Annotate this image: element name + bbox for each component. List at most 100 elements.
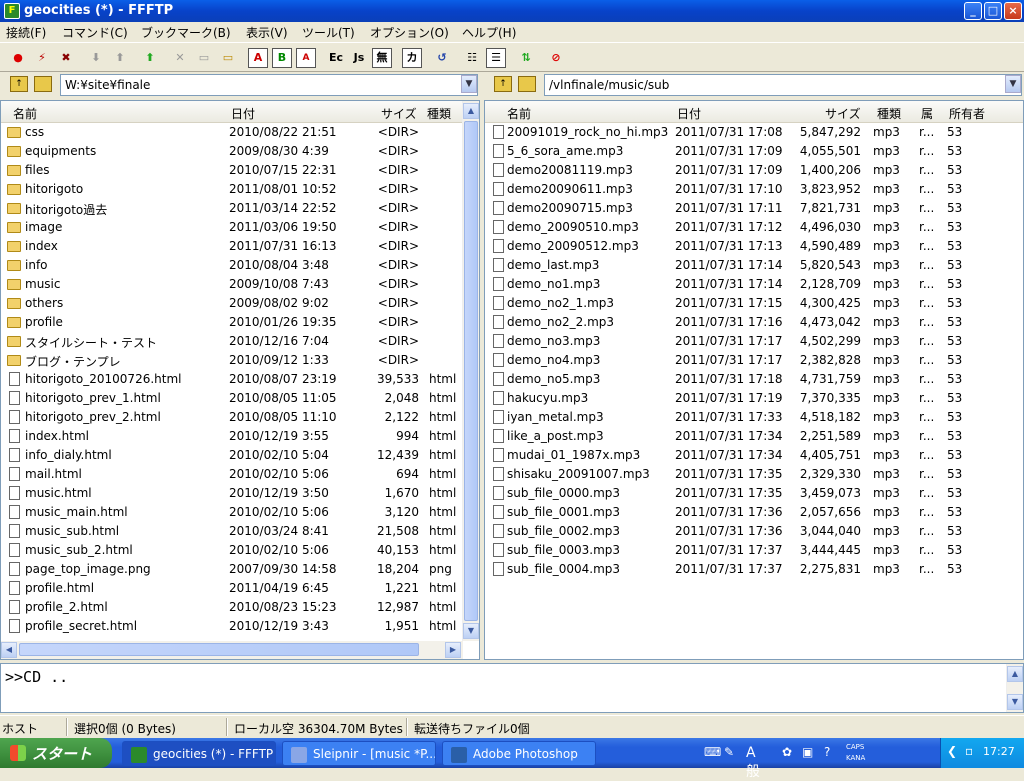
- remote-file-row[interactable]: demo_no5.mp3 2011/07/31 17:18 4,731,759 mp3…: [485, 370, 1023, 389]
- local-file-row[interactable]: music 2009/10/08 7:43 <DIR>: [1, 275, 463, 294]
- menu-help[interactable]: ヘルプ(H): [462, 24, 516, 41]
- remote-file-row[interactable]: demo_no4.mp3 2011/07/31 17:17 2,382,828 mp3…: [485, 351, 1023, 370]
- col-date[interactable]: 日付: [677, 105, 701, 122]
- local-file-row[interactable]: profile_secret.html 2010/12/19 3:43 1,951 h…: [1, 617, 463, 636]
- scroll-thumb[interactable]: [464, 121, 478, 621]
- local-file-row[interactable]: hitorigoto_prev_2.html 2010/08/05 11:10 2,…: [1, 408, 463, 427]
- local-file-row[interactable]: スタイルシート・テスト 2010/12/16 7:04 <DIR>: [1, 332, 463, 351]
- local-file-row[interactable]: image 2011/03/06 19:50 <DIR>: [1, 218, 463, 237]
- local-file-row[interactable]: music_main.html 2010/02/10 5:06 3,120 html: [1, 503, 463, 522]
- task-ffftp[interactable]: geocities (*) - FFFTP: [122, 741, 276, 766]
- folder-up-icon[interactable]: ↑: [494, 76, 512, 92]
- col-owner[interactable]: 所有者: [949, 105, 985, 122]
- local-file-row[interactable]: music.html 2010/12/19 3:50 1,670 html: [1, 484, 463, 503]
- refresh-icon[interactable]: ↺: [432, 48, 452, 68]
- menu-tool[interactable]: ツール(T): [302, 24, 355, 41]
- remote-file-row[interactable]: like_a_post.mp3 2011/07/31 17:34 2,251,589…: [485, 427, 1023, 446]
- local-file-row[interactable]: mail.html 2010/02/10 5:06 694 html: [1, 465, 463, 484]
- mirror-upload-icon[interactable]: ⬆: [140, 48, 160, 68]
- connect-icon[interactable]: ●: [8, 48, 28, 68]
- local-file-row[interactable]: hitorigoto_20100726.html 2010/08/07 23:19…: [1, 370, 463, 389]
- dictionary-icon[interactable]: ✿: [782, 745, 792, 759]
- menu-view[interactable]: 表示(V): [246, 24, 288, 41]
- remote-file-row[interactable]: demo_no2_2.mp3 2011/07/31 17:16 4,473,042 m…: [485, 313, 1023, 332]
- col-type[interactable]: 種類: [427, 105, 451, 122]
- scroll-left-icon[interactable]: ◀: [1, 642, 17, 658]
- col-attr[interactable]: 属: [921, 105, 933, 122]
- remote-file-row[interactable]: 5_6_sora_ame.mp3 2011/07/31 17:09 4,055,50…: [485, 142, 1023, 161]
- download-icon[interactable]: ⬇: [86, 48, 106, 68]
- ascii-mode-button[interactable]: A: [248, 48, 268, 68]
- remote-file-row[interactable]: demo20081119.mp3 2011/07/31 17:09 1,400,20…: [485, 161, 1023, 180]
- tray-app-icon[interactable]: ▫: [965, 744, 973, 758]
- task-sleipnir[interactable]: Sleipnir - [music *P...: [282, 741, 436, 766]
- remote-file-row[interactable]: iyan_metal.mp3 2011/07/31 17:33 4,518,182 m…: [485, 408, 1023, 427]
- local-file-row[interactable]: profile 2010/01/26 19:35 <DIR>: [1, 313, 463, 332]
- euc-button[interactable]: Ec: [326, 48, 346, 68]
- remote-file-row[interactable]: demo_20090510.mp3 2011/07/31 17:12 4,496,0…: [485, 218, 1023, 237]
- remote-file-row[interactable]: demo_last.mp3 2011/07/31 17:14 5,820,543 mp…: [485, 256, 1023, 275]
- keyboard-icon[interactable]: ⌨: [704, 745, 721, 759]
- sync-icon[interactable]: ⇅: [516, 48, 536, 68]
- ime-icon[interactable]: ✎: [724, 745, 734, 759]
- local-file-row[interactable]: music_sub.html 2010/03/24 8:41 21,508 html: [1, 522, 463, 541]
- col-name[interactable]: 名前: [507, 105, 531, 122]
- col-type[interactable]: 種類: [877, 105, 901, 122]
- remote-file-row[interactable]: sub_file_0004.mp3 2011/07/31 17:37 2,275,8…: [485, 560, 1023, 579]
- remote-file-row[interactable]: demo_no2_1.mp3 2011/07/31 17:15 4,300,425 m…: [485, 294, 1023, 313]
- local-file-row[interactable]: equipments 2009/08/30 4:39 <DIR>: [1, 142, 463, 161]
- close-button[interactable]: ×: [1004, 2, 1022, 20]
- local-path-input[interactable]: W:¥site¥finale: [60, 74, 478, 96]
- disconnect-icon[interactable]: ✖: [56, 48, 76, 68]
- list-view-icon[interactable]: ☷: [462, 48, 482, 68]
- remote-file-row[interactable]: sub_file_0000.mp3 2011/07/31 17:35 3,459,0…: [485, 484, 1023, 503]
- stop-icon[interactable]: ⊘: [546, 48, 566, 68]
- local-file-row[interactable]: hitorigoto_prev_1.html 2010/08/05 11:05 2,…: [1, 389, 463, 408]
- task-photoshop[interactable]: Adobe Photoshop: [442, 741, 596, 766]
- local-horizontal-scrollbar[interactable]: ◀ ▶: [1, 641, 463, 659]
- local-file-row[interactable]: index.html 2010/12/19 3:55 994 html: [1, 427, 463, 446]
- title-bar[interactable]: F geocities (*) - FFFTP _ □ ×: [0, 0, 1024, 22]
- tools-icon[interactable]: ▣: [802, 745, 813, 759]
- remote-file-row[interactable]: hakucyu.mp3 2011/07/31 17:19 7,370,335 mp3 r…: [485, 389, 1023, 408]
- remote-file-row[interactable]: demo_no1.mp3 2011/07/31 17:14 2,128,709 mp3…: [485, 275, 1023, 294]
- remote-file-row[interactable]: sub_file_0003.mp3 2011/07/31 17:37 3,444,4…: [485, 541, 1023, 560]
- local-file-row[interactable]: ブログ・テンプレ 2010/09/12 1:33 <DIR>: [1, 351, 463, 370]
- remote-path-input[interactable]: /vlnfinale/music/sub: [544, 74, 1022, 96]
- log-panel[interactable]: >>CD .. ▲ ▼: [0, 663, 1024, 713]
- quick-connect-icon[interactable]: ⚡: [32, 48, 52, 68]
- remote-file-row[interactable]: mudai_01_1987x.mp3 2011/07/31 17:34 4,405,…: [485, 446, 1023, 465]
- remote-file-row[interactable]: sub_file_0002.mp3 2011/07/31 17:36 3,044,0…: [485, 522, 1023, 541]
- local-file-row[interactable]: page_top_image.png 2007/09/30 14:58 18,204…: [1, 560, 463, 579]
- folder-up-icon[interactable]: ↑: [10, 76, 28, 92]
- input-mode[interactable]: A般: [746, 745, 760, 781]
- scroll-down-icon[interactable]: ▼: [463, 623, 479, 639]
- help-icon[interactable]: ?: [824, 745, 830, 759]
- remote-file-row[interactable]: sub_file_0001.mp3 2011/07/31 17:36 2,057,6…: [485, 503, 1023, 522]
- chevron-down-icon[interactable]: ▼: [1005, 75, 1021, 93]
- local-file-list[interactable]: 名前 日付 サイズ 種類 css 2010/08/22 21:51 <DIR> equ…: [0, 100, 480, 660]
- binary-mode-button[interactable]: B: [272, 48, 292, 68]
- remote-file-row[interactable]: shisaku_20091007.mp3 2011/07/31 17:35 2,32…: [485, 465, 1023, 484]
- remote-file-row[interactable]: demo_20090512.mp3 2011/07/31 17:13 4,590,4…: [485, 237, 1023, 256]
- scroll-up-icon[interactable]: ▲: [463, 103, 479, 119]
- clock[interactable]: 17:27: [983, 745, 1015, 758]
- kana-convert-button[interactable]: カ: [402, 48, 422, 68]
- scroll-thumb[interactable]: [19, 643, 419, 656]
- local-file-row[interactable]: profile_2.html 2010/08/23 15:23 12,987 html: [1, 598, 463, 617]
- tray-expand-icon[interactable]: ❮: [947, 744, 957, 758]
- menu-connect[interactable]: 接続(F): [6, 24, 46, 41]
- open-folder-icon[interactable]: [518, 76, 536, 92]
- remote-file-row[interactable]: demo20090715.mp3 2011/07/31 17:11 7,821,73…: [485, 199, 1023, 218]
- menu-bookmark[interactable]: ブックマーク(B): [141, 24, 231, 41]
- scroll-down-icon[interactable]: ▼: [1007, 694, 1023, 710]
- start-button[interactable]: スタート: [0, 738, 112, 768]
- local-file-row[interactable]: css 2010/08/22 21:51 <DIR>: [1, 123, 463, 142]
- remote-file-list[interactable]: 名前 日付 サイズ 種類 属 所有者 20091019_rock_no_hi.m…: [484, 100, 1024, 660]
- scroll-up-icon[interactable]: ▲: [1007, 666, 1023, 682]
- local-file-row[interactable]: files 2010/07/15 22:31 <DIR>: [1, 161, 463, 180]
- minimize-button[interactable]: _: [964, 2, 982, 20]
- delete-icon[interactable]: ✕: [170, 48, 190, 68]
- detail-view-icon[interactable]: ☰: [486, 48, 506, 68]
- menu-command[interactable]: コマンド(C): [62, 24, 128, 41]
